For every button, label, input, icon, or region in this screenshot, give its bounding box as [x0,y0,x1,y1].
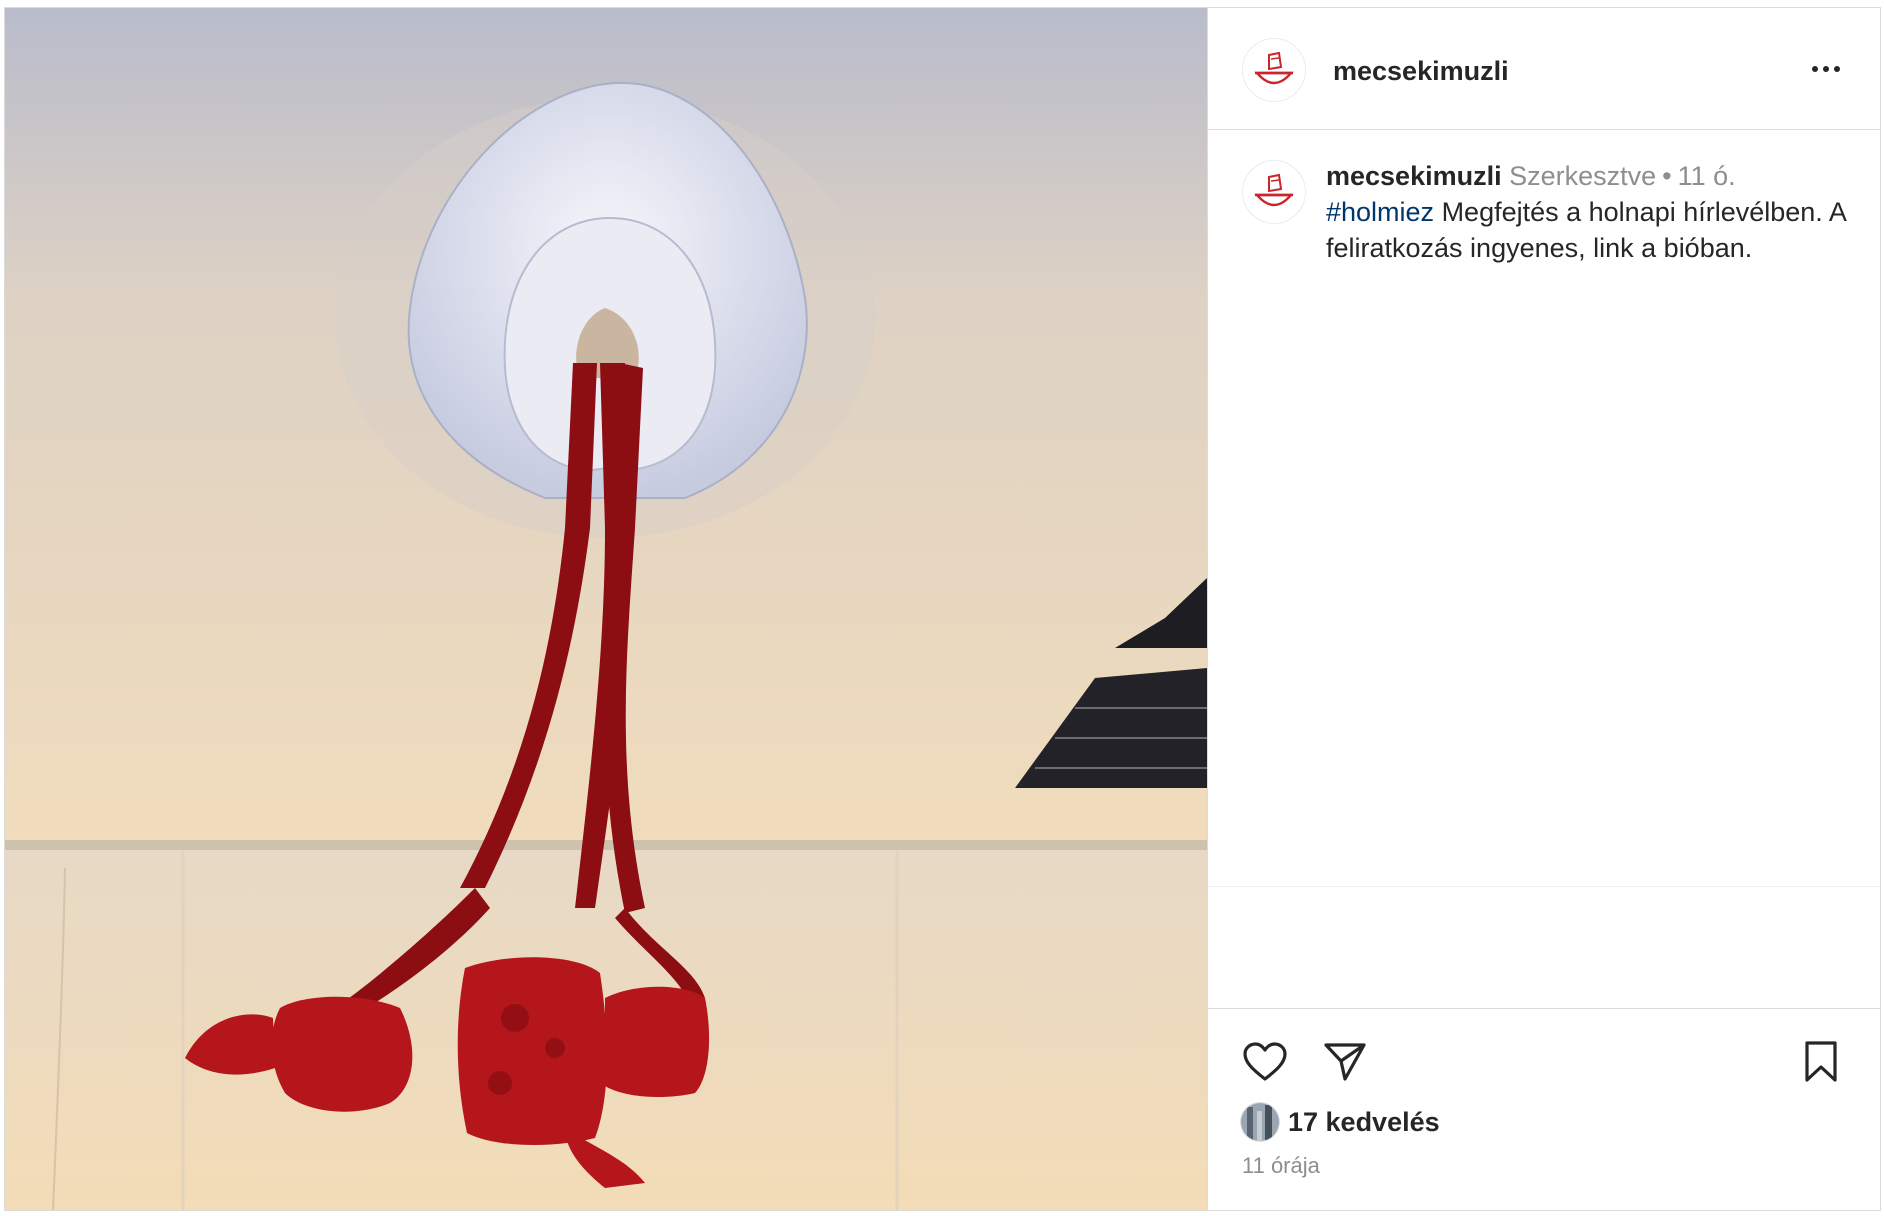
profile-avatar[interactable] [1242,38,1306,102]
more-options-icon[interactable] [1806,54,1846,84]
likes-row: 17 kedvelés [1240,1102,1440,1142]
post-caption: mecsekimuzli Szerkesztve • 11 ó. #holmiez … [1326,158,1876,266]
instagram-post: mecsekimuzli mecsekimuzli Szerkesztve • 11… [4,7,1881,1211]
hashtag-link[interactable]: #holmiez [1326,197,1434,227]
paper-plane-icon [1324,1043,1366,1081]
caption-section: mecsekimuzli Szerkesztve • 11 ó. #holmiez … [1208,130,1880,887]
likes-count[interactable]: 17 kedvelés [1288,1107,1440,1138]
like-button[interactable] [1240,1037,1290,1087]
post-header: mecsekimuzli [1208,8,1880,130]
share-button[interactable] [1320,1037,1370,1087]
bowl-fist-logo-icon [1254,173,1294,207]
bowl-fist-logo-icon [1254,51,1294,85]
post-actions: 17 kedvelés 11 órája [1208,1008,1880,1210]
save-button[interactable] [1796,1037,1846,1087]
separator-dot: • [1662,161,1672,191]
post-timestamp[interactable]: 11 órája [1242,1153,1320,1179]
header-username[interactable]: mecsekimuzli [1333,56,1509,87]
post-sidebar: mecsekimuzli mecsekimuzli Szerkesztve • 11… [1207,8,1880,1210]
sculpture-photo [5,8,1207,1210]
heart-icon [1243,1042,1287,1081]
bookmark-icon [1805,1041,1837,1082]
liker-avatar[interactable] [1240,1102,1280,1142]
caption-avatar[interactable] [1242,160,1306,224]
caption-time[interactable]: 11 ó. [1678,161,1736,191]
caption-username[interactable]: mecsekimuzli [1326,161,1502,191]
post-image[interactable] [5,8,1207,1210]
edited-label: Szerkesztve [1509,161,1657,191]
